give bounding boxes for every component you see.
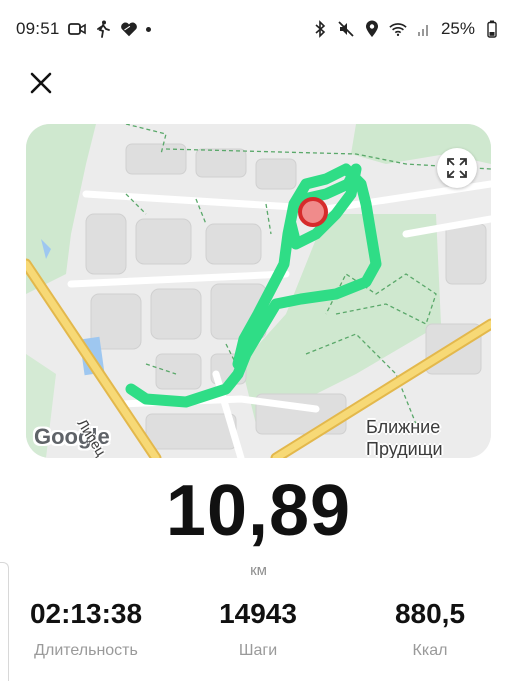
status-right: 25% xyxy=(311,19,501,39)
stat-duration: 02:13:38 Длительность xyxy=(6,598,166,660)
heart-icon xyxy=(120,20,138,38)
mute-icon xyxy=(337,20,355,38)
stat-label: Шаги xyxy=(238,642,278,659)
expand-icon xyxy=(447,158,467,178)
bluetooth-icon xyxy=(311,20,329,38)
status-bar: 09:51 25% xyxy=(0,0,517,58)
battery-percent: 25% xyxy=(440,19,475,38)
status-left: 09:51 xyxy=(16,19,151,39)
distance-unit: км xyxy=(250,562,267,579)
place-label: Ближние Прудищи xyxy=(366,416,443,458)
route-marker xyxy=(298,197,328,227)
stat-value: 14943 xyxy=(219,598,297,629)
distance-value: 10,89 xyxy=(165,471,352,551)
stat-label: Длительность xyxy=(34,642,138,659)
location-icon xyxy=(363,20,381,38)
close-icon xyxy=(30,72,52,94)
place-label-line1: Ближние xyxy=(366,417,441,437)
stat-calories: 880,5 Ккал xyxy=(350,598,510,660)
route-map[interactable]: Google Липец Ближние Прудищи xyxy=(26,124,491,458)
map-canvas xyxy=(26,124,491,458)
wifi-icon xyxy=(389,20,407,38)
walking-icon xyxy=(94,20,112,38)
stat-label: Ккал xyxy=(412,642,448,659)
expand-map-button[interactable] xyxy=(437,148,477,188)
dot-icon xyxy=(145,26,151,32)
stat-value: 02:13:38 xyxy=(29,598,143,629)
stat-steps: 14943 Шаги xyxy=(178,598,338,660)
status-time: 09:51 xyxy=(16,19,60,38)
close-button[interactable] xyxy=(24,66,58,100)
battery-icon xyxy=(483,20,501,38)
stat-value: 880,5 xyxy=(394,598,466,629)
place-label-line2: Прудищи xyxy=(366,439,443,458)
stats-row: 02:13:38 Длительность 14943 Шаги 880,5 К… xyxy=(0,598,517,668)
video-camera-icon xyxy=(67,20,86,38)
signal-icon xyxy=(415,20,433,38)
